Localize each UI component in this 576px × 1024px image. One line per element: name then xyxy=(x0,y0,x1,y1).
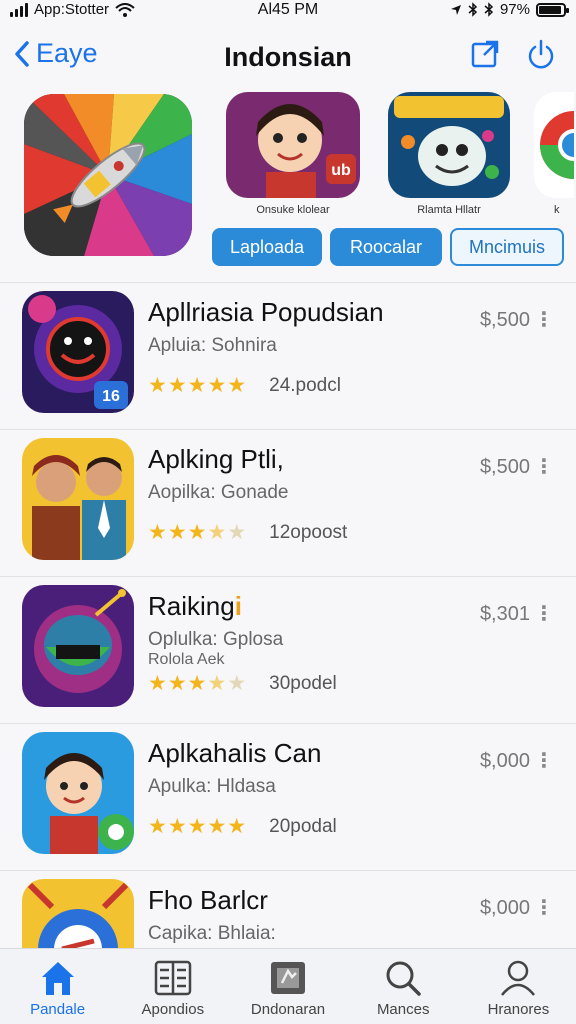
tab-pandale[interactable]: Pandale xyxy=(0,949,115,1024)
compose-icon[interactable] xyxy=(470,38,500,70)
app-rating: ★★★★★ 12opoost xyxy=(148,520,347,545)
list-item[interactable]: Aplkahalis Can Apulka: Hldasa ★★★★★ 20po… xyxy=(0,723,576,870)
power-icon[interactable] xyxy=(526,38,556,70)
tab-bar: Pandale Apondios Dndonaran Mances Hranor… xyxy=(0,948,576,1024)
featured-app-2[interactable]: Rlamta Hllatr xyxy=(388,92,510,216)
app-subtitle-secondary: Rolola Aek xyxy=(148,651,225,668)
two-people-icon xyxy=(22,438,134,560)
app-rating: ★★★★★ 24.podcl xyxy=(148,373,341,398)
featured-app-2-caption: Rlamta Hllatr xyxy=(417,204,481,216)
price-button[interactable]: $,000 xyxy=(480,897,530,920)
updates-icon xyxy=(271,962,305,994)
girl-character-icon xyxy=(22,732,134,854)
location-icon xyxy=(450,4,461,15)
price-button[interactable]: $,301 xyxy=(480,603,530,626)
more-icon[interactable]: ⋮ xyxy=(534,601,554,626)
price-button[interactable]: $,500 xyxy=(480,456,530,479)
app-icon xyxy=(22,732,134,854)
trophy-icon: i xyxy=(234,591,242,621)
status-right: 97% xyxy=(450,1,569,18)
list-item[interactable]: Raikingi Oplulka: Gplosa Rolola Aek ★★★★… xyxy=(0,576,576,723)
app-subtitle: Aopilka: Gonade xyxy=(148,482,289,503)
app-rating: ★★★★★ 20podal xyxy=(148,814,337,839)
app-badge: 16 xyxy=(102,388,120,405)
app-title: Fho Barlcr xyxy=(148,885,268,915)
list-item[interactable]: Aplking Ptli, Aopilka: Gonade ★★★★★ 12op… xyxy=(0,429,576,576)
app-rating: ★★★★★ 30podel xyxy=(148,671,337,696)
app-title-text: Raiking xyxy=(148,591,235,621)
battery-percent: 97% xyxy=(499,1,530,18)
star-rating: ★★★★★ xyxy=(148,374,248,397)
nav-actions xyxy=(470,38,556,70)
tab-hranores[interactable]: Hranores xyxy=(461,949,576,1024)
list-item[interactable]: 16 Apllriasia Popudsian Apluia: Sohnira … xyxy=(0,282,576,429)
star-rating: ★★★★★ xyxy=(148,672,248,695)
featured-app-3-caption: k xyxy=(554,204,560,216)
more-icon[interactable]: ⋮ xyxy=(534,748,554,773)
tab-label: Mances xyxy=(376,1001,430,1018)
more-icon[interactable]: ⋮ xyxy=(534,895,554,920)
app-subtitle: Apulka: Hldasa xyxy=(148,776,276,797)
home-icon xyxy=(41,962,74,995)
tab-mances[interactable]: Mances xyxy=(346,949,461,1024)
bluetooth-icon xyxy=(468,2,478,17)
chip-laploada[interactable]: Laploada xyxy=(212,228,322,266)
featured-hero-app[interactable] xyxy=(24,94,192,256)
app-title: Raikingi xyxy=(148,591,242,622)
star-rating: ★★★★★ xyxy=(148,815,248,838)
app-title: Apllriasia Popudsian xyxy=(148,297,384,327)
cosmic-face-icon: 16 xyxy=(22,291,134,413)
more-icon[interactable]: ⋮ xyxy=(534,307,554,332)
tab-dndonaran[interactable]: Dndonaran xyxy=(230,949,345,1024)
app-icon: 16 xyxy=(22,291,134,413)
search-icon xyxy=(386,961,421,996)
price-button[interactable]: $,000 xyxy=(480,750,530,773)
bluetooth-icon xyxy=(484,2,494,17)
more-icon[interactable]: ⋮ xyxy=(534,454,554,479)
status-bar: App:Stotter Al45 PM 97% xyxy=(0,0,576,22)
apps-icon xyxy=(154,960,192,996)
app-icon xyxy=(22,438,134,560)
tab-apondios[interactable]: Apondios xyxy=(115,949,230,1024)
featured-app-1-art: ub xyxy=(226,92,360,198)
featured-app-3-art xyxy=(534,92,574,198)
app-subtitle: Capika: Bhlaia: xyxy=(148,923,276,944)
battery-icon xyxy=(536,2,569,17)
featured-app-3[interactable]: k xyxy=(534,92,574,216)
featured-app-1-caption: Onsuke klolear xyxy=(256,204,330,216)
rocket-icon xyxy=(24,94,192,256)
app-list: 16 Apllriasia Popudsian Apluia: Sohnira … xyxy=(0,282,576,1017)
price-button[interactable]: $,500 xyxy=(480,309,530,332)
tab-label: Dndonaran xyxy=(250,1001,326,1018)
rating-count: 30podel xyxy=(269,672,337,694)
chip-roocalar[interactable]: Roocalar xyxy=(330,228,442,266)
featured-section: ub Onsuke klolear Rlamta Hllatr k Laploa… xyxy=(0,90,576,270)
category-chips: Laploada Roocalar Mncimuis xyxy=(212,228,564,266)
featured-app-2-art xyxy=(388,92,510,198)
tab-label: Apondios xyxy=(141,1001,205,1018)
featured-app-1-badge: ub xyxy=(331,162,351,179)
app-subtitle: Apluia: Sohnira xyxy=(148,335,277,356)
tab-label: Hranores xyxy=(487,1001,550,1018)
rating-count: 24.podcl xyxy=(269,374,341,396)
character-icon: ub xyxy=(226,92,360,198)
chip-mncimuis[interactable]: Mncimuis xyxy=(450,228,564,266)
chrome-like-icon xyxy=(534,92,574,198)
helmet-icon xyxy=(22,585,134,707)
tab-label: Pandale xyxy=(30,1001,86,1018)
app-icon xyxy=(22,585,134,707)
app-subtitle: Oplulka: Gplosa xyxy=(148,629,284,650)
navigation-bar: Eaye Indonsian xyxy=(0,30,576,86)
app-title: Aplking Ptli, xyxy=(148,444,284,474)
rating-count: 12opoost xyxy=(269,521,348,543)
rating-count: 20podal xyxy=(269,815,337,837)
app-title: Aplkahalis Can xyxy=(148,738,322,768)
featured-app-1[interactable]: ub Onsuke klolear xyxy=(226,92,360,216)
person-icon xyxy=(501,960,536,996)
star-rating: ★★★★★ xyxy=(148,521,248,544)
fish-character-icon xyxy=(388,92,510,198)
